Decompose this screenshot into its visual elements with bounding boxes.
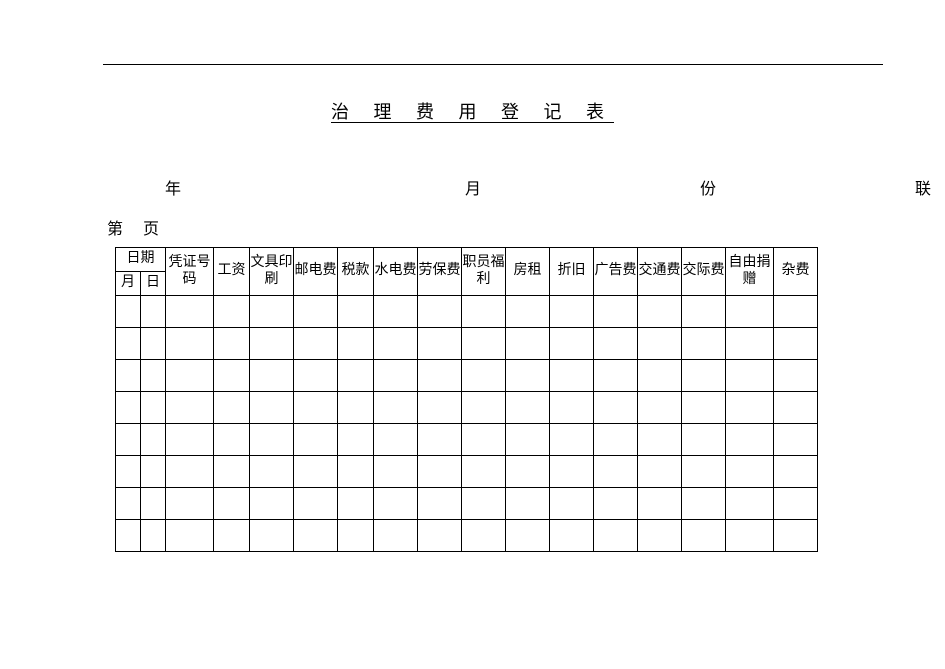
- col-ad: 广告费: [594, 248, 638, 296]
- table-row: [116, 520, 818, 552]
- table-row: [116, 456, 818, 488]
- col-month: 月: [116, 272, 141, 296]
- col-postage: 邮电费: [294, 248, 338, 296]
- label-month: 月: [465, 175, 481, 199]
- col-stationery: 文具印刷: [250, 248, 294, 296]
- col-entertain: 交际费: [682, 248, 726, 296]
- col-welfare: 职员福利: [462, 248, 506, 296]
- col-date: 日期: [116, 248, 166, 272]
- table-body: [116, 296, 818, 552]
- label-lian: 联: [915, 175, 931, 199]
- col-labor-ins: 劳保费: [418, 248, 462, 296]
- table-row: [116, 296, 818, 328]
- page-row: 第页: [107, 215, 159, 239]
- top-horizontal-rule: [103, 64, 883, 65]
- label-di: 第: [107, 221, 123, 238]
- col-donation: 自由捐赠: [726, 248, 774, 296]
- col-utilities: 水电费: [374, 248, 418, 296]
- table-row: [116, 360, 818, 392]
- table-row: [116, 488, 818, 520]
- col-salary: 工资: [214, 248, 250, 296]
- col-voucher-no: 凭证号码: [166, 248, 214, 296]
- label-ye: 页: [143, 221, 159, 238]
- col-misc: 杂费: [774, 248, 818, 296]
- label-year: 年: [165, 175, 181, 199]
- label-fen: 份: [700, 175, 716, 199]
- col-tax: 税款: [338, 248, 374, 296]
- header-row-1: 日期 凭证号码 工资 文具印刷 邮电费 税款 水电费 劳保费 职员福利 房租 折…: [116, 248, 818, 272]
- col-day: 日: [141, 272, 166, 296]
- document-title: 治 理 费 用 登 记 表: [0, 98, 945, 124]
- col-rent: 房租: [506, 248, 550, 296]
- table-row: [116, 424, 818, 456]
- expense-register-table: 日期 凭证号码 工资 文具印刷 邮电费 税款 水电费 劳保费 职员福利 房租 折…: [115, 247, 818, 552]
- table-row: [116, 328, 818, 360]
- col-depr: 折旧: [550, 248, 594, 296]
- col-transport: 交通费: [638, 248, 682, 296]
- table-row: [116, 392, 818, 424]
